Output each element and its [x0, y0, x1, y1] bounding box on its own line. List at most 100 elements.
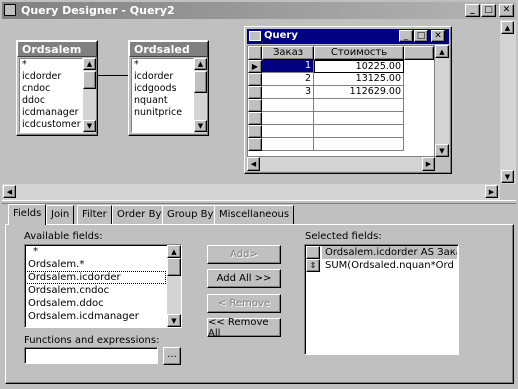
scroll-down-arrow[interactable]: ▼ — [501, 170, 514, 183]
query-window[interactable]: Query _ □ ✕ Заказ Стоимость ▶ 1 10225.00 — [244, 26, 452, 174]
row-indicator[interactable] — [248, 86, 262, 99]
table-ordsalem[interactable]: Ordsalem * icdorder cndoc ddoc icdmanage… — [16, 40, 98, 136]
table-cell[interactable]: 3 — [262, 86, 314, 99]
pane-splitter[interactable] — [2, 200, 516, 204]
field-item[interactable]: * — [20, 59, 82, 71]
list-item[interactable]: Ordsalem.ddoc — [25, 297, 181, 310]
table-cell[interactable] — [262, 125, 314, 138]
table-cell[interactable]: 2 — [262, 73, 314, 86]
field-item[interactable]: icdgoods — [132, 83, 193, 95]
table-cell[interactable] — [314, 125, 404, 138]
list-item[interactable]: Ordsalem.icdorder AS Заказ — [306, 246, 457, 259]
tab-join[interactable]: Join — [46, 205, 75, 224]
remove-all-button[interactable]: << Remove All — [207, 317, 281, 339]
table-cell[interactable]: 1 — [262, 60, 314, 73]
functions-ellipsis-button[interactable]: ... — [163, 347, 181, 365]
field-item[interactable]: * — [132, 59, 193, 71]
query-minimize-button[interactable]: _ — [399, 30, 413, 42]
table-cell[interactable] — [262, 99, 314, 112]
table-ordsaled[interactable]: Ordsaled * icdorder icdgoods nquant nuni… — [128, 40, 209, 136]
field-item[interactable]: icdorder — [20, 71, 82, 83]
list-item[interactable]: Ordsalem.icdorder — [25, 271, 166, 284]
add-all-button[interactable]: Add All >> — [207, 269, 281, 288]
scroll-up-arrow[interactable]: ▲ — [501, 21, 514, 34]
query-maximize-button[interactable]: □ — [414, 30, 428, 42]
field-item[interactable]: cndoc — [20, 83, 82, 95]
tab-label: Filter — [82, 209, 107, 220]
scroll-down-arrow[interactable]: ▼ — [167, 314, 181, 327]
main-titlebar: Query Designer - Query2 _ □ ✕ — [2, 2, 516, 19]
scroll-thumb[interactable] — [194, 71, 207, 93]
available-fields-list[interactable]: * Ordsalem.* Ordsalem.icdorder Ordsalem.… — [24, 244, 182, 328]
row-indicator[interactable]: ▶ — [248, 60, 262, 73]
table-ordsalem-title[interactable]: Ordsalem — [17, 41, 97, 57]
scroll-right-arrow[interactable]: ▶ — [422, 157, 435, 171]
row-indicator[interactable] — [248, 112, 262, 125]
scroll-up-arrow[interactable]: ▲ — [167, 245, 181, 258]
table-cell[interactable] — [262, 138, 314, 151]
column-header-label: Стоимость — [330, 47, 388, 58]
query-grid[interactable]: Заказ Стоимость ▶ 1 10225.00 2 13125.00 … — [247, 45, 435, 157]
list-item[interactable]: * — [25, 245, 181, 258]
functions-input[interactable] — [24, 347, 158, 364]
table-cell[interactable] — [314, 112, 404, 125]
tab-miscellaneous[interactable]: Miscellaneous — [214, 205, 295, 224]
scroll-up-arrow[interactable]: ▲ — [435, 45, 449, 58]
field-item[interactable]: nquant — [132, 95, 193, 107]
remove-button[interactable]: < Remove — [207, 294, 281, 313]
query-close-button[interactable]: ✕ — [431, 30, 445, 42]
design-vscroll[interactable]: ▲ ▼ — [500, 20, 516, 184]
tab-filter[interactable]: Filter — [77, 205, 112, 224]
move-updown-icon[interactable]: ⇕ — [306, 259, 320, 272]
grid-hscroll[interactable]: ◀ ▶ — [247, 157, 435, 171]
query-titlebar[interactable]: Query _ □ ✕ — [247, 29, 449, 44]
close-button[interactable]: ✕ — [499, 4, 514, 17]
table-ordsaled-title[interactable]: Ordsaled — [129, 41, 208, 57]
table-cell[interactable]: 10225.00 — [314, 60, 404, 73]
table-cell[interactable] — [314, 99, 404, 112]
table-ordsaled-scrollbar[interactable]: ▲ ▼ — [194, 58, 207, 133]
table-ordsalem-scrollbar[interactable]: ▲ ▼ — [83, 58, 96, 133]
column-header[interactable]: Заказ — [262, 46, 314, 60]
scroll-up-arrow[interactable]: ▲ — [194, 58, 207, 70]
list-item[interactable]: Ordsalem.icdmanager — [25, 310, 181, 323]
field-item[interactable]: ddoc — [20, 95, 82, 107]
scroll-thumb[interactable] — [167, 258, 181, 276]
minimize-button[interactable]: _ — [465, 4, 480, 17]
list-item[interactable]: Ordsalem.* — [25, 258, 181, 271]
scroll-left-arrow[interactable]: ◀ — [247, 157, 260, 171]
field-item[interactable]: icdcustomer — [20, 119, 82, 131]
scroll-up-arrow[interactable]: ▲ — [83, 58, 96, 70]
column-header[interactable]: Стоимость — [314, 46, 404, 60]
scroll-down-arrow[interactable]: ▼ — [83, 120, 96, 132]
cell-cost: 13125.00 — [355, 73, 401, 84]
row-indicator[interactable] — [248, 125, 262, 138]
field-item[interactable]: icdorder — [132, 71, 193, 83]
scroll-down-arrow[interactable]: ▼ — [194, 120, 207, 132]
row-indicator[interactable] — [248, 138, 262, 151]
scroll-thumb[interactable] — [83, 71, 96, 89]
list-item[interactable]: Ordsalem.cndoc — [25, 284, 181, 297]
design-hscroll[interactable]: ◀ ▶ — [2, 184, 500, 200]
selected-fields-list[interactable]: Ordsalem.icdorder AS Заказ ⇕ SUM(Ordsale… — [304, 244, 459, 355]
tab-group-by[interactable]: Group By — [162, 205, 219, 224]
tab-order-by[interactable]: Order By — [112, 205, 167, 224]
maximize-button[interactable]: □ — [481, 4, 496, 17]
drag-handle-icon[interactable] — [306, 246, 320, 259]
add-button[interactable]: Add> — [207, 245, 281, 264]
field-item[interactable]: icdmanager — [20, 107, 82, 119]
scroll-right-arrow[interactable]: ▶ — [485, 185, 498, 198]
tab-fields[interactable]: Fields — [8, 204, 47, 225]
table-cell[interactable] — [314, 138, 404, 151]
list-item[interactable]: ⇕ SUM(Ordsaled.nquan*Ord — [306, 259, 457, 272]
row-indicator[interactable] — [248, 73, 262, 86]
table-cell[interactable] — [262, 112, 314, 125]
table-cell[interactable]: 13125.00 — [314, 73, 404, 86]
available-fields-scrollbar[interactable]: ▲ ▼ — [167, 245, 181, 327]
scroll-left-arrow[interactable]: ◀ — [3, 185, 16, 198]
scroll-down-arrow[interactable]: ▼ — [435, 144, 449, 157]
row-indicator[interactable] — [248, 99, 262, 112]
table-cell[interactable]: 112629.00 — [314, 86, 404, 99]
grid-vscroll[interactable]: ▲ ▼ — [435, 45, 449, 157]
field-item[interactable]: nunitprice — [132, 107, 193, 119]
